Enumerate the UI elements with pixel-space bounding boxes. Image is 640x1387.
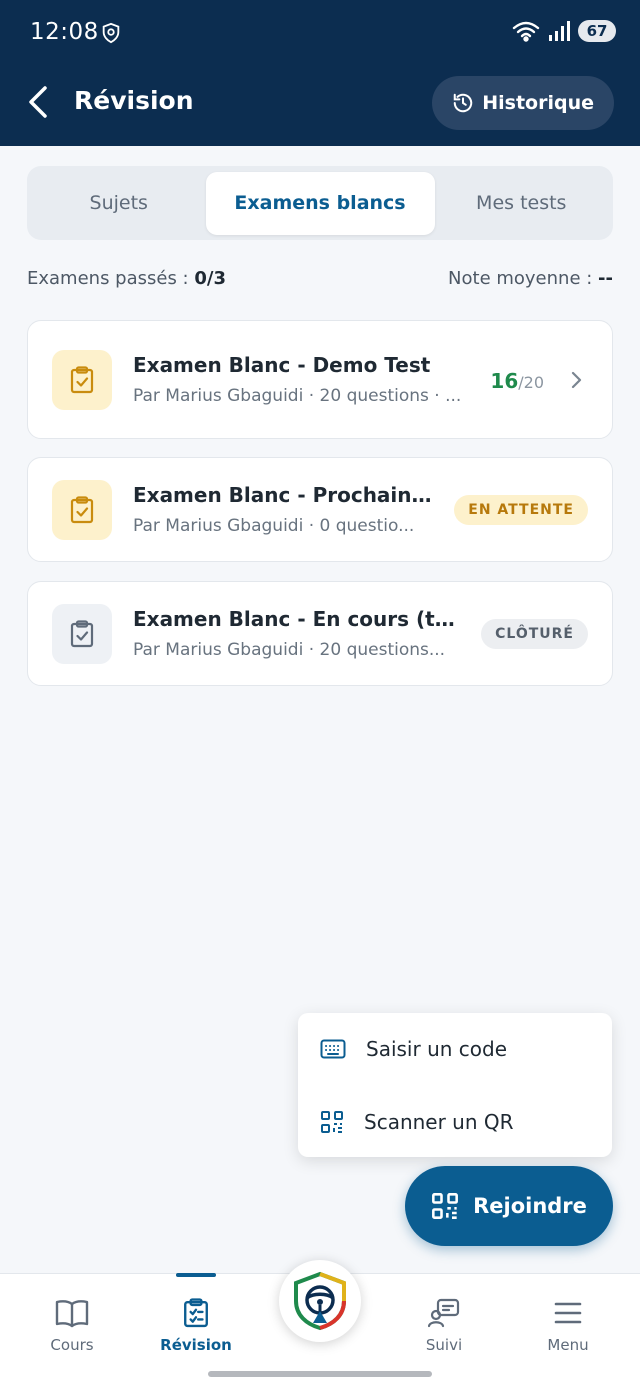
join-button[interactable]: Rejoindre [405,1166,613,1246]
shield-icon [102,22,120,44]
qr-code-icon [432,1193,459,1219]
exam-score: 16/20 [490,369,544,393]
scan-qr-label: Scanner un QR [364,1110,514,1134]
enter-code-label: Saisir un code [366,1037,508,1061]
passed-stat: Examens passés : 0/3 [27,268,226,289]
segmented-tabs: Sujets Examens blancs Mes tests [27,166,613,240]
top-bar: Révision Historique [0,66,640,146]
join-menu: Saisir un code Scanner un QR [298,1013,612,1157]
page-title: Révision [74,86,194,115]
clipboard-check-icon [184,1298,208,1328]
center-logo-button[interactable] [279,1260,361,1342]
nav-item-menu[interactable]: Menu [518,1274,618,1374]
nav-item-suivi[interactable]: Suivi [394,1274,494,1374]
nav-item-revision[interactable]: Révision [146,1274,246,1374]
chat-user-icon [428,1298,460,1328]
enter-code-item[interactable]: Saisir un code [298,1019,612,1079]
status-bar: 12:08 67 [0,0,640,66]
status-time: 12:08 [30,19,99,45]
battery-indicator: 67 [578,20,616,42]
average-value: -- [598,268,613,289]
exam-card[interactable]: Examen Blanc - Prochain ... Par Marius G… [27,457,613,562]
exam-card[interactable]: Examen Blanc - Demo Test Par Marius Gbag… [27,320,613,439]
scan-qr-item[interactable]: Scanner un QR [298,1092,612,1152]
tab-mes-tests[interactable]: Mes tests [435,172,609,235]
exam-subtitle: Par Marius Gbaguidi · 0 questio... [133,516,415,536]
wifi-icon [512,21,540,42]
history-icon [453,93,473,113]
qr-code-icon [321,1111,343,1133]
exam-icon-box [52,604,112,664]
exam-card[interactable]: Examen Blanc - En cours (te... Par Mariu… [27,581,613,686]
nav-label: Menu [547,1336,589,1354]
clipboard-check-icon [70,620,94,648]
nav-label: Suivi [425,1336,463,1354]
home-indicator [208,1371,432,1377]
history-label: Historique [482,92,594,114]
status-badge: CLÔTURÉ [481,619,588,649]
exam-title: Examen Blanc - Demo Test [133,353,431,377]
history-button[interactable]: Historique [432,76,614,130]
status-badge: EN ATTENTE [454,495,588,525]
exam-title: Examen Blanc - En cours (te... [133,607,468,631]
nav-label: Cours [50,1336,94,1354]
clipboard-check-icon [70,496,94,524]
exam-icon-box [52,480,112,540]
exam-subtitle: Par Marius Gbaguidi · 20 questions · ... [133,386,462,406]
book-icon [55,1300,89,1328]
exam-title: Examen Blanc - Prochain ... [133,483,438,507]
app-header: 12:08 67 Révision Historique [0,0,640,146]
status-icons: 67 [512,20,616,42]
nav-label: Révision [160,1336,232,1354]
exam-subtitle: Par Marius Gbaguidi · 20 questions... [133,640,446,660]
exam-icon-box [52,350,112,410]
passed-value: 0/3 [194,268,226,289]
chevron-left-icon [29,86,47,118]
keyboard-icon [320,1039,346,1059]
nav-item-cours[interactable]: Cours [22,1274,122,1374]
average-stat: Note moyenne : -- [448,268,613,289]
exam-stats: Examens passés : 0/3 Note moyenne : -- [27,268,613,289]
steering-wheel-logo-icon [294,1271,346,1331]
join-label: Rejoindre [473,1194,587,1218]
clipboard-check-icon [70,366,94,394]
tab-examens-blancs[interactable]: Examens blancs [205,171,435,235]
tab-sujets[interactable]: Sujets [32,172,206,235]
signal-icon [549,21,570,41]
hamburger-menu-icon [554,1302,582,1324]
back-button[interactable] [20,84,56,120]
chevron-right-icon [571,371,582,389]
